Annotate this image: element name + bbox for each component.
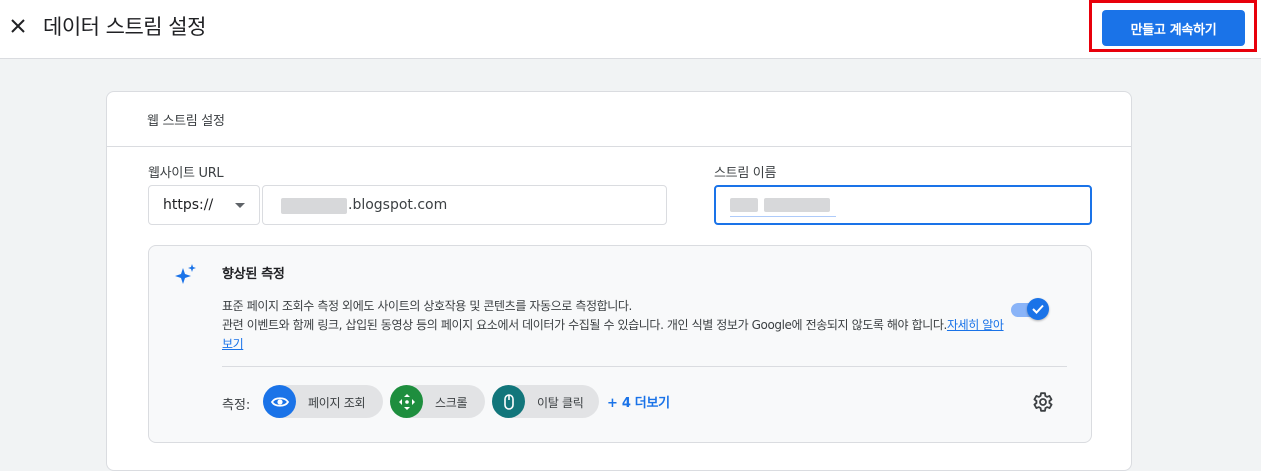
page-title: 데이터 스트림 설정: [43, 15, 206, 39]
enhanced-measurement-description: 표준 페이지 조회수 측정 외에도 사이트의 상호작용 및 콘텐츠를 자동으로 …: [222, 297, 1012, 354]
protocol-select[interactable]: https://: [148, 185, 260, 225]
check-icon: [1032, 304, 1044, 314]
website-url-input[interactable]: .blogspot.com: [262, 185, 667, 225]
sparkle-icon: [175, 264, 196, 284]
toggle-knob: [1027, 298, 1049, 320]
card-header: 웹 스트림 설정: [107, 92, 1131, 147]
redacted-text: [730, 198, 758, 212]
scroll-arrows-icon: [398, 393, 415, 410]
chip-icon-circle: [390, 385, 423, 418]
dropdown-arrow-icon: [235, 203, 245, 208]
gear-icon[interactable]: [1030, 390, 1054, 414]
mouse-icon: [503, 393, 514, 410]
close-icon: [11, 19, 25, 33]
measurement-label: 측정:: [222, 398, 251, 413]
enhanced-measurement-panel: 향상된 측정 표준 페이지 조회수 측정 외에도 사이트의 상호작용 및 콘텐츠…: [148, 245, 1092, 443]
top-bar: 데이터 스트림 설정 만들고 계속하기: [0, 0, 1261, 59]
chip-icon-circle: [263, 385, 296, 418]
chip-outbound-click[interactable]: 이탈 클릭: [492, 385, 599, 418]
enhanced-measurement-toggle[interactable]: [1011, 298, 1049, 322]
stream-name-input[interactable]: [714, 185, 1092, 225]
chip-page-view[interactable]: 페이지 조회: [263, 385, 383, 418]
enhanced-measurement-title: 향상된 측정: [222, 267, 285, 282]
divider: [222, 366, 1067, 367]
show-more-link[interactable]: + 4 더보기: [607, 392, 670, 411]
card-heading: 웹 스트림 설정: [147, 114, 225, 129]
redacted-text: [764, 198, 830, 212]
stream-name-label: 스트림 이름: [714, 166, 777, 181]
chip-icon-circle: [492, 385, 525, 418]
description-line-2: 관련 이벤트와 함께 링크, 삽입된 동영상 등의 페이지 요소에서 데이터가 …: [222, 318, 947, 332]
create-button-highlight: 만들고 계속하기: [1089, 0, 1257, 52]
protocol-value: https://: [163, 197, 214, 213]
create-and-continue-button[interactable]: 만들고 계속하기: [1102, 10, 1245, 46]
website-url-value: .blogspot.com: [348, 197, 448, 213]
text-underline: [730, 216, 836, 217]
chip-label: 스크롤: [435, 396, 468, 410]
description-line-1: 표준 페이지 조회수 측정 외에도 사이트의 상호작용 및 콘텐츠를 자동으로 …: [222, 299, 632, 313]
web-stream-settings-card: 웹 스트림 설정 웹사이트 URL 스트림 이름 https:// .blogs…: [106, 91, 1132, 471]
close-button[interactable]: [6, 14, 30, 38]
chip-label: 페이지 조회: [308, 396, 366, 410]
redacted-text: [281, 198, 347, 214]
chip-scroll[interactable]: 스크롤: [390, 385, 485, 418]
website-url-label: 웹사이트 URL: [148, 166, 224, 181]
chip-label: 이탈 클릭: [537, 396, 584, 410]
eye-icon: [270, 396, 289, 407]
